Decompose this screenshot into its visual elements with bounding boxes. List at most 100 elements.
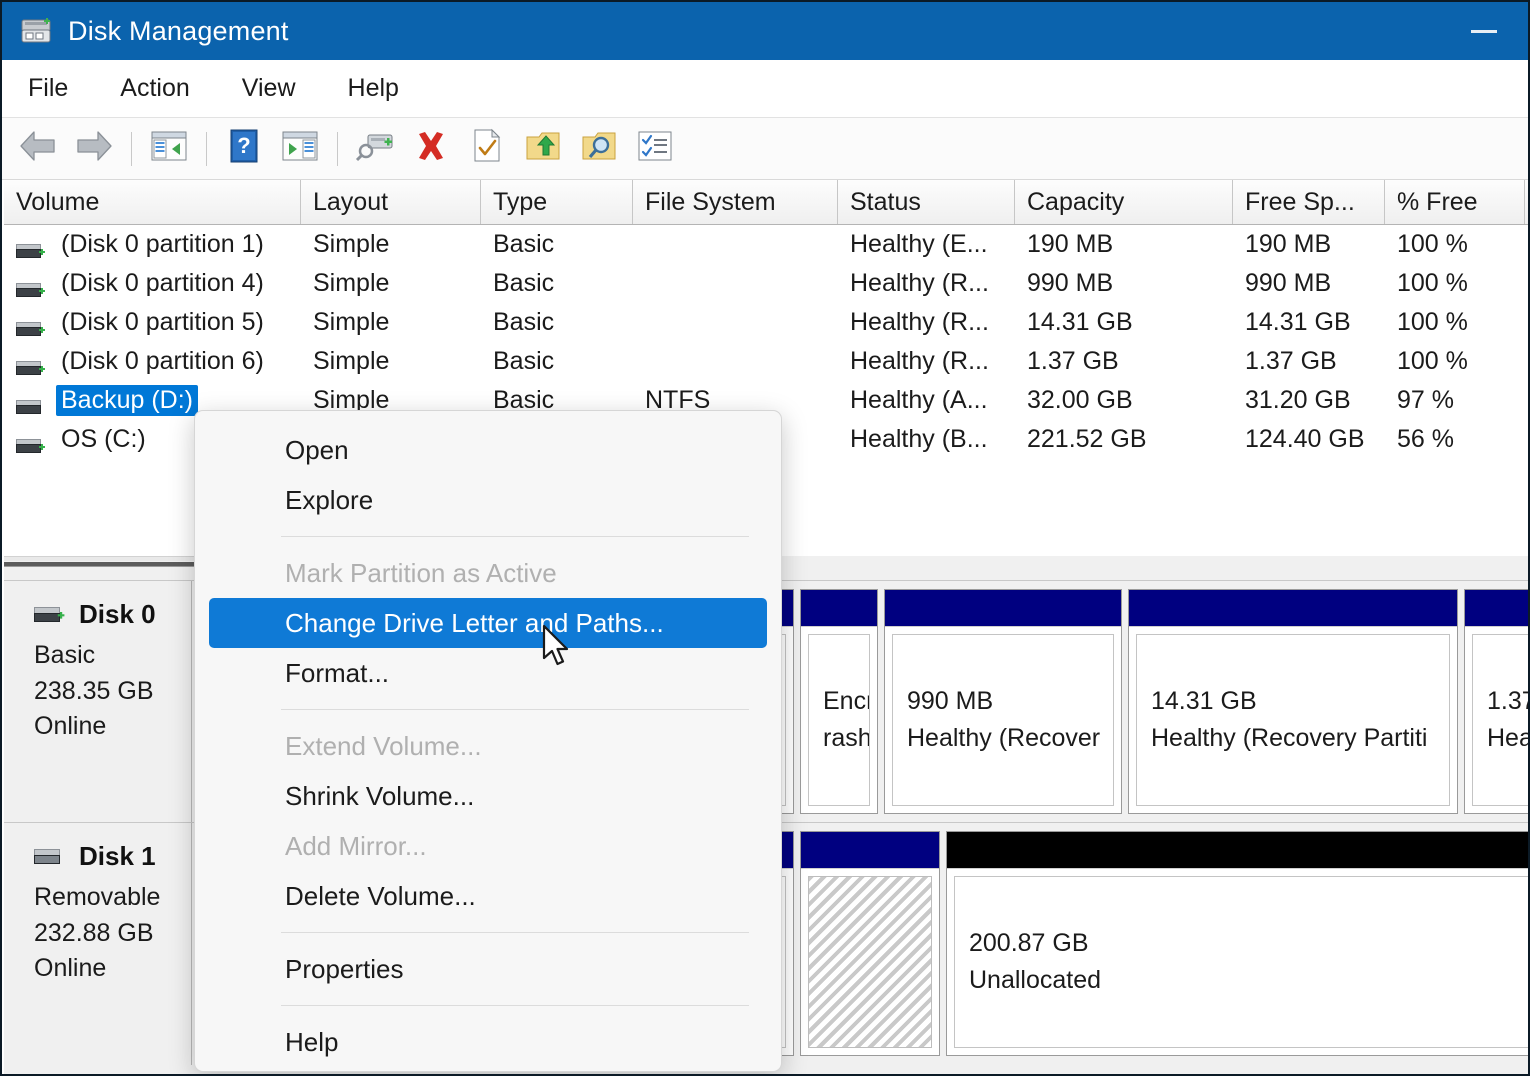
partition-size: 14.31 GB	[1151, 683, 1449, 721]
type-cell: Basic	[481, 264, 633, 303]
title-bar: Disk Management	[2, 2, 1528, 60]
volume-name: OS (C:)	[56, 424, 151, 455]
context-menu-item-format[interactable]: Format...	[209, 648, 767, 698]
column-header-type[interactable]: Type	[481, 180, 633, 224]
column-header-file-system[interactable]: File System	[633, 180, 838, 224]
partition-block[interactable]	[800, 831, 940, 1056]
back-icon	[18, 129, 58, 168]
up-one-level-button[interactable]	[515, 123, 571, 175]
free-space-cell: 31.20 GB	[1233, 381, 1385, 420]
column-header-volume[interactable]: Volume	[4, 180, 301, 224]
volume-context-menu[interactable]: OpenExploreMark Partition as ActiveChang…	[194, 410, 782, 1072]
context-menu-item-shrink-volume[interactable]: Shrink Volume...	[209, 771, 767, 821]
forward-button[interactable]	[66, 123, 122, 175]
percent-free-cell: 100 %	[1385, 342, 1525, 381]
partition-block[interactable]: 200.87 GBUnallocated	[946, 831, 1528, 1056]
table-row[interactable]: (Disk 0 partition 4)SimpleBasicHealthy (…	[4, 264, 1528, 303]
show-hide-console-tree-icon	[150, 129, 188, 168]
disk-info-panel[interactable]: Disk 0Basic238.35 GBOnline	[4, 581, 192, 823]
file-system-cell	[633, 264, 838, 303]
table-row[interactable]: (Disk 0 partition 6)SimpleBasicHealthy (…	[4, 342, 1528, 381]
table-row[interactable]: (Disk 0 partition 1)SimpleBasicHealthy (…	[4, 225, 1528, 264]
partition-block[interactable]: 14.31 GBHealthy (Recovery Partiti	[1128, 589, 1458, 814]
partition-block[interactable]: Encryrash D	[800, 589, 878, 814]
partition-size: Encry	[823, 683, 869, 721]
svg-text:?: ?	[237, 133, 250, 158]
volume-cell[interactable]: (Disk 0 partition 4)	[4, 264, 301, 303]
layout-cell: Simple	[301, 264, 481, 303]
context-menu-item-delete-volume[interactable]: Delete Volume...	[209, 871, 767, 921]
search-folder-icon	[581, 129, 617, 168]
minimize-button[interactable]	[1440, 2, 1528, 60]
status-cell: Healthy (R...	[838, 303, 1015, 342]
column-header-status[interactable]: Status	[838, 180, 1015, 224]
disk-icon-removable	[34, 841, 67, 872]
menu-separator	[281, 536, 749, 537]
disk-kind: Removable	[34, 880, 191, 916]
drive-icon-online	[16, 432, 47, 447]
volume-cell[interactable]: (Disk 0 partition 6)	[4, 342, 301, 381]
percent-free-cell: 100 %	[1385, 264, 1525, 303]
properties-button[interactable]	[459, 123, 515, 175]
menu-help[interactable]: Help	[344, 71, 403, 106]
partition-size: 990 MB	[907, 683, 1113, 721]
free-space-cell: 990 MB	[1233, 264, 1385, 303]
layout-cell: Simple	[301, 225, 481, 264]
partition-size: 1.37	[1487, 683, 1528, 721]
task-list-button[interactable]	[627, 123, 683, 175]
disk-title: Disk 1	[34, 841, 191, 872]
rescan-disks-icon	[354, 129, 396, 168]
volume-cell[interactable]: (Disk 0 partition 5)	[4, 303, 301, 342]
capacity-cell: 190 MB	[1015, 225, 1233, 264]
capacity-cell: 14.31 GB	[1015, 303, 1233, 342]
volume-name: Backup (D:)	[56, 385, 198, 416]
column-header-free[interactable]: % Free	[1385, 180, 1525, 224]
partition-block[interactable]: 1.37Heal	[1464, 589, 1528, 814]
partition-detail: Encryrash D	[808, 634, 870, 806]
layout-cell: Simple	[301, 342, 481, 381]
search-folder-button[interactable]	[571, 123, 627, 175]
context-menu-item-open[interactable]: Open	[209, 425, 767, 475]
layout-cell: Simple	[301, 303, 481, 342]
status-cell: Healthy (B...	[838, 420, 1015, 459]
disk-icon-online	[34, 599, 67, 630]
partition-color-bar	[801, 590, 877, 627]
rescan-disks-button[interactable]	[347, 123, 403, 175]
column-header-free-sp[interactable]: Free Sp...	[1233, 180, 1385, 224]
type-cell: Basic	[481, 342, 633, 381]
show-hide-console-tree-button[interactable]	[141, 123, 197, 175]
menu-file[interactable]: File	[24, 71, 72, 106]
toolbar: ?	[2, 118, 1528, 180]
menu-action[interactable]: Action	[116, 71, 193, 106]
toolbar-separator-1	[131, 132, 132, 166]
task-list-icon	[637, 130, 673, 167]
percent-free-cell: 56 %	[1385, 420, 1525, 459]
free-space-cell: 190 MB	[1233, 225, 1385, 264]
drive-icon-online	[16, 237, 47, 252]
window-controls	[1440, 2, 1528, 60]
delete-icon	[413, 129, 449, 168]
context-menu-item-change-drive-letter-and-paths[interactable]: Change Drive Letter and Paths...	[209, 598, 767, 648]
volume-cell[interactable]: (Disk 0 partition 1)	[4, 225, 301, 264]
partition-block[interactable]: 990 MBHealthy (Recover	[884, 589, 1122, 814]
context-menu-item-properties[interactable]: Properties	[209, 944, 767, 994]
volume-list-header: VolumeLayoutTypeFile SystemStatusCapacit…	[4, 180, 1528, 225]
table-row[interactable]: (Disk 0 partition 5)SimpleBasic Healthy (…	[4, 303, 1528, 342]
forward-icon	[74, 129, 114, 168]
show-hide-action-pane-button[interactable]	[272, 123, 328, 175]
context-menu-item-explore[interactable]: Explore	[209, 475, 767, 525]
context-menu-item-help[interactable]: Help	[209, 1017, 767, 1067]
column-header-capacity[interactable]: Capacity	[1015, 180, 1233, 224]
menu-separator	[281, 709, 749, 710]
partition-detail: 200.87 GBUnallocated	[954, 876, 1528, 1048]
disk-size: 232.88 GB	[34, 916, 191, 952]
delete-button[interactable]	[403, 123, 459, 175]
up-one-level-icon	[525, 129, 561, 168]
type-cell: Basic	[481, 303, 633, 342]
back-button[interactable]	[10, 123, 66, 175]
help-button[interactable]: ?	[216, 123, 272, 175]
disk-drive-icon	[20, 16, 54, 46]
disk-info-panel[interactable]: Disk 1Removable232.88 GBOnline	[4, 823, 192, 1065]
menu-view[interactable]: View	[238, 71, 300, 106]
column-header-layout[interactable]: Layout	[301, 180, 481, 224]
